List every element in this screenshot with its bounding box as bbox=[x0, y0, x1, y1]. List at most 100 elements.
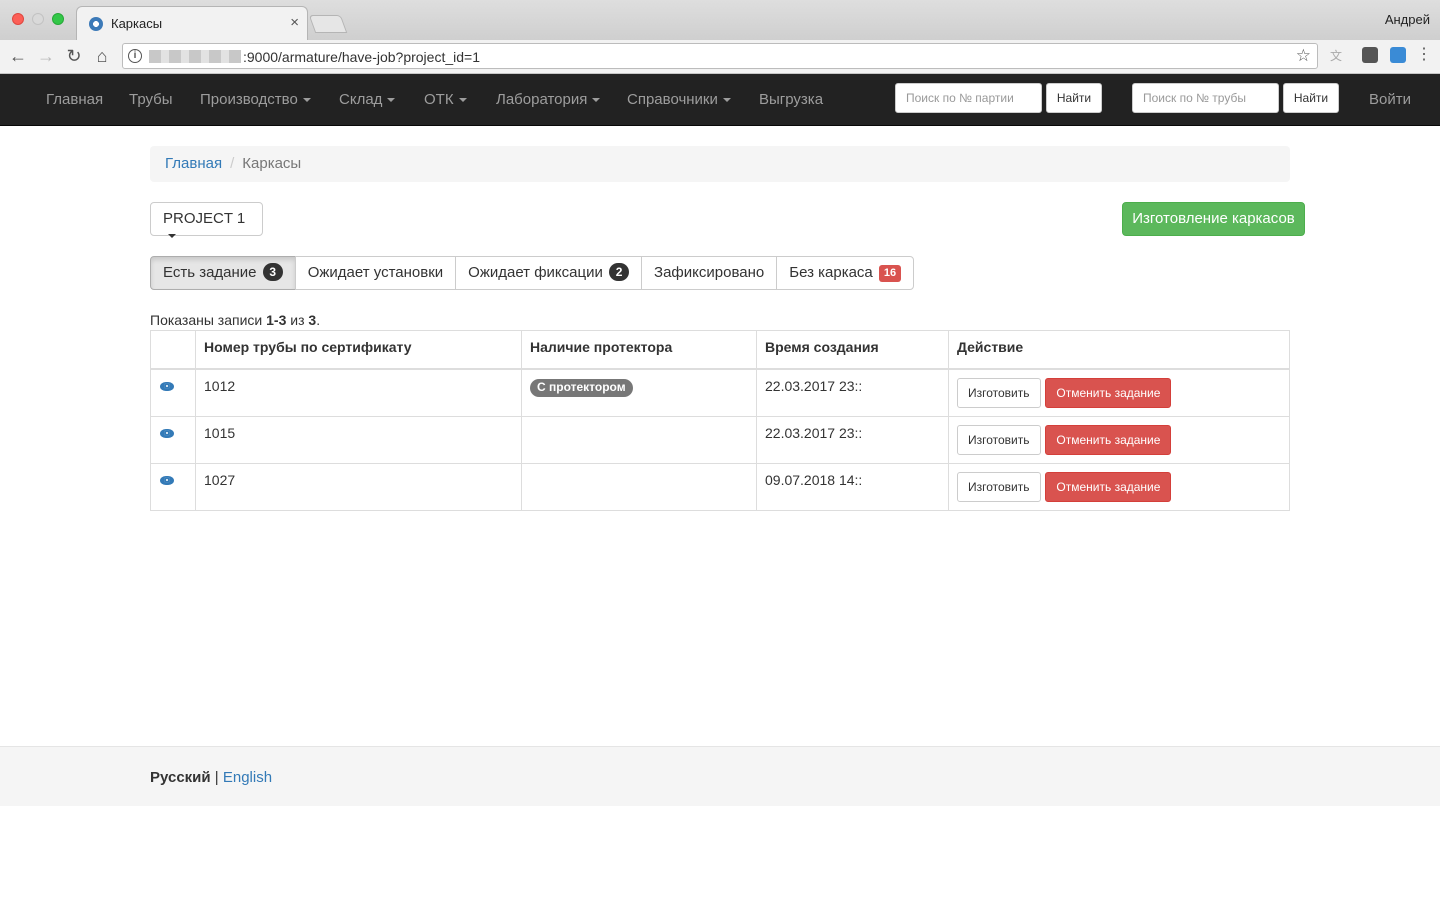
make-button[interactable]: Изготовить bbox=[957, 424, 1041, 455]
address-bar[interactable]: i :9000/armature/have-job?project_id=1 ☆ bbox=[122, 43, 1318, 69]
frames-table: Номер трубы по сертификату Наличие проте… bbox=[150, 330, 1290, 511]
nav-production-dropdown[interactable]: Производство bbox=[200, 91, 311, 108]
view-cell bbox=[150, 415, 196, 464]
favicon-icon bbox=[89, 17, 103, 31]
action-cell: Изготовить Отменить задание bbox=[948, 462, 1290, 511]
view-cell bbox=[150, 462, 196, 511]
language-switcher: Русский | English bbox=[150, 769, 272, 786]
protector-cell bbox=[521, 415, 757, 464]
protector-label: С протектором bbox=[530, 378, 633, 397]
table-header-row: Номер трубы по сертификату Наличие проте… bbox=[150, 330, 1290, 370]
nav-otk-dropdown[interactable]: ОТК bbox=[424, 91, 467, 108]
nav-export-label: Выгрузка bbox=[759, 91, 824, 108]
cancel-job-button[interactable]: Отменить задание bbox=[1045, 377, 1172, 408]
cancel-job-button[interactable]: Отменить задание bbox=[1045, 471, 1172, 502]
breadcrumb-current: Каркасы bbox=[242, 155, 302, 172]
caret-down-icon bbox=[302, 98, 311, 103]
breadcrumb: Главная / Каркасы bbox=[150, 146, 1290, 182]
new-tab-button[interactable] bbox=[308, 15, 348, 33]
browser-tab[interactable]: Каркасы × bbox=[76, 6, 308, 40]
column-header-created[interactable]: Время создания bbox=[756, 330, 949, 370]
nav-otk-label: ОТК bbox=[424, 91, 454, 108]
action-cell: Изготовить Отменить задание bbox=[948, 415, 1290, 464]
search-pipe-button[interactable]: Найти bbox=[1283, 83, 1339, 113]
tab-label: Ожидает установки bbox=[307, 264, 444, 281]
make-frames-button[interactable]: Изготовление каркасов bbox=[1122, 202, 1305, 236]
protector-cell bbox=[521, 462, 757, 511]
tab-awaiting-fixation[interactable]: Ожидает фиксации 2 bbox=[455, 256, 643, 290]
footer: Русский | English bbox=[0, 746, 1440, 806]
home-icon[interactable]: ⌂ bbox=[90, 44, 114, 68]
bookmark-star-icon[interactable]: ☆ bbox=[1296, 46, 1311, 66]
window-close-button[interactable] bbox=[12, 13, 24, 25]
nav-warehouse-dropdown[interactable]: Склад bbox=[339, 91, 396, 108]
tab-close-icon[interactable]: × bbox=[290, 14, 299, 31]
eye-icon[interactable] bbox=[160, 381, 174, 391]
main-navbar: Главная Трубы Производство Склад ОТК Лаб… bbox=[0, 74, 1440, 126]
caret-down-icon bbox=[458, 98, 467, 103]
project-select-label: PROJECT 1 bbox=[163, 210, 246, 227]
nav-pipes[interactable]: Трубы bbox=[129, 91, 173, 108]
browser-menu-icon[interactable]: ⋮ bbox=[1416, 44, 1432, 64]
created-cell: 22.03.2017 23:: bbox=[756, 415, 949, 464]
breadcrumb-home-link[interactable]: Главная bbox=[165, 155, 222, 172]
created-cell: 09.07.2018 14:: bbox=[756, 462, 949, 511]
extension-icon[interactable] bbox=[1390, 47, 1406, 63]
caret-down-icon bbox=[387, 98, 396, 103]
language-english-link[interactable]: English bbox=[223, 769, 272, 786]
make-button[interactable]: Изготовить bbox=[957, 377, 1041, 408]
count-badge: 3 bbox=[262, 263, 283, 281]
cancel-job-button[interactable]: Отменить задание bbox=[1045, 424, 1172, 455]
nav-laboratory-dropdown[interactable]: Лаборатория bbox=[496, 91, 601, 108]
eye-icon[interactable] bbox=[160, 428, 174, 438]
pipe-number-cell: 1012 bbox=[195, 368, 522, 417]
caret-down-icon bbox=[722, 98, 731, 103]
browser-tab-title: Каркасы bbox=[111, 16, 163, 31]
count-badge: 2 bbox=[609, 263, 630, 281]
column-header-view bbox=[150, 330, 196, 370]
nav-export[interactable]: Выгрузка bbox=[759, 91, 823, 108]
records-summary: Показаны записи 1-3 из 3. bbox=[150, 312, 320, 328]
back-arrow-icon[interactable]: ← bbox=[6, 44, 30, 68]
column-header-action: Действие bbox=[948, 330, 1290, 370]
caret-down-icon bbox=[592, 98, 601, 103]
make-button[interactable]: Изготовить bbox=[957, 471, 1041, 502]
column-header-protector[interactable]: Наличие протектора bbox=[521, 330, 757, 370]
forward-arrow-icon[interactable]: → bbox=[34, 44, 58, 68]
tab-label: Ожидает фиксации bbox=[468, 264, 603, 281]
info-icon[interactable]: i bbox=[128, 49, 142, 63]
caret-down-icon bbox=[168, 234, 176, 239]
tab-label: Зафиксировано bbox=[654, 264, 765, 281]
created-cell: 22.03.2017 23:: bbox=[756, 368, 949, 417]
browser-profile-name[interactable]: Андрей bbox=[1385, 12, 1430, 27]
nav-references-label: Справочники bbox=[627, 91, 718, 108]
window-zoom-button[interactable] bbox=[52, 13, 64, 25]
window-minimize-button[interactable] bbox=[32, 13, 44, 25]
url-text[interactable]: :9000/armature/have-job?project_id=1 bbox=[243, 49, 480, 65]
nav-warehouse-label: Склад bbox=[339, 91, 383, 108]
nav-references-dropdown[interactable]: Справочники bbox=[627, 91, 731, 108]
tab-label: Есть задание bbox=[163, 264, 257, 281]
status-filter-tabs: Есть задание 3 Ожидает установки Ожидает… bbox=[150, 256, 914, 290]
tab-no-frame[interactable]: Без каркаса 16 bbox=[776, 256, 914, 290]
column-header-pipe-number[interactable]: Номер трубы по сертификату bbox=[195, 330, 522, 370]
table-row: 1015 22.03.2017 23:: Изготовить Отменить… bbox=[150, 415, 1290, 464]
search-pipe-input[interactable] bbox=[1132, 83, 1279, 113]
nav-production-label: Производство bbox=[200, 91, 298, 108]
view-cell bbox=[150, 368, 196, 417]
translate-extension-icon[interactable]: 文 bbox=[1330, 47, 1346, 63]
nav-pipes-label: Трубы bbox=[129, 91, 173, 108]
eye-icon[interactable] bbox=[160, 475, 174, 485]
search-batch-input[interactable] bbox=[895, 83, 1042, 113]
tab-has-job[interactable]: Есть задание 3 bbox=[150, 256, 296, 290]
reload-icon[interactable]: ↻ bbox=[62, 44, 86, 68]
extension-icon[interactable] bbox=[1362, 47, 1378, 63]
tab-fixed[interactable]: Зафиксировано bbox=[641, 256, 778, 290]
nav-home[interactable]: Главная bbox=[46, 91, 103, 108]
tab-awaiting-install[interactable]: Ожидает установки bbox=[294, 256, 457, 290]
login-link[interactable]: Войти bbox=[1369, 91, 1411, 108]
search-batch-button[interactable]: Найти bbox=[1046, 83, 1102, 113]
project-select-dropdown[interactable]: PROJECT 1 bbox=[150, 202, 263, 239]
nav-laboratory-label: Лаборатория bbox=[496, 91, 588, 108]
language-current: Русский bbox=[150, 769, 211, 786]
